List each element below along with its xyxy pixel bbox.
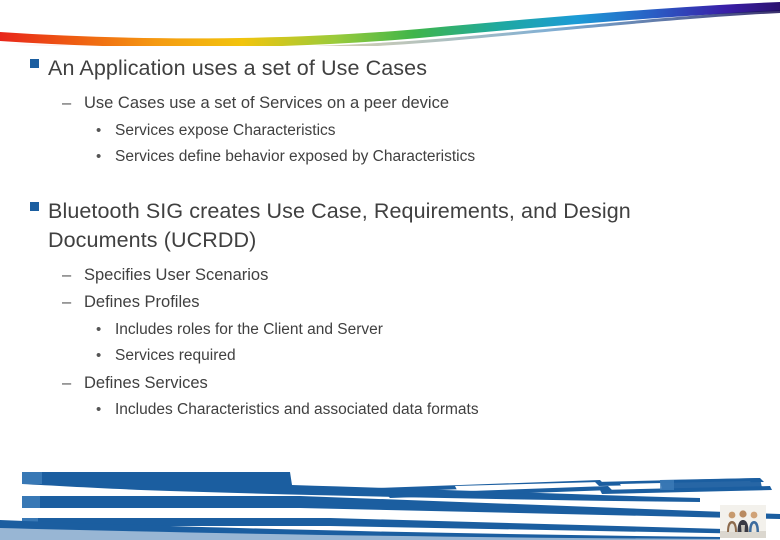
bullet-level2: – Defines Profiles [0,291,745,314]
dash-bullet-icon: – [62,94,72,113]
rainbow-swoosh-decoration [0,2,780,46]
dash-bullet-icon: – [62,266,72,285]
bullet-text: Use Cases use a set of Services on a pee… [84,94,450,113]
bullet-text: Bluetooth SIG creates Use Case, Requirem… [48,198,631,252]
bullet-level2: – Use Cases use a set of Services on a p… [0,92,745,115]
dot-bullet-icon: • [96,401,102,419]
bullet-text: Services define behavior exposed by Char… [115,148,476,166]
dash-bullet-icon: – [62,293,72,312]
bullet-level2: – Defines Services [0,372,745,395]
bullet-text: Defines Services [84,373,208,392]
dot-bullet-icon: • [96,148,102,166]
bullet-text: Defines Profiles [84,293,200,312]
bullet-text: An Application uses a set of Use Cases [48,56,428,80]
bullet-level1: An Application uses a set of Use Cases [0,54,745,83]
bullet-level3: • Services required [0,345,745,367]
bullet-level3: • Includes Characteristics and associate… [0,399,745,421]
bullet-text: Services expose Characteristics [115,121,336,139]
dash-bullet-icon: – [62,373,72,392]
bullet-text: Services required [115,347,236,365]
square-bullet-icon [30,197,48,217]
square-bullet-icon [30,54,48,74]
three-people-photo [720,505,766,538]
bullet-level3: • Services define behavior exposed by Ch… [0,146,745,168]
bullet-level3: • Includes roles for the Client and Serv… [0,319,745,341]
dot-bullet-icon: • [96,320,102,338]
bullet-level2: – Specifies User Scenarios [0,264,745,287]
presentation-slide: An Application uses a set of Use Cases –… [0,0,780,540]
bullet-text: Specifies User Scenarios [84,266,269,285]
slide-body: An Application uses a set of Use Cases –… [0,54,745,422]
bullet-text: Includes roles for the Client and Server [115,320,383,338]
bullet-level3: • Services expose Characteristics [0,120,745,142]
bullet-text: Includes Characteristics and associated … [115,401,479,419]
footer-swoosh-decoration [0,472,780,540]
dot-bullet-icon: • [96,121,102,139]
bullet-level1: Bluetooth SIG creates Use Case, Requirem… [0,197,745,255]
dot-bullet-icon: • [96,347,102,365]
